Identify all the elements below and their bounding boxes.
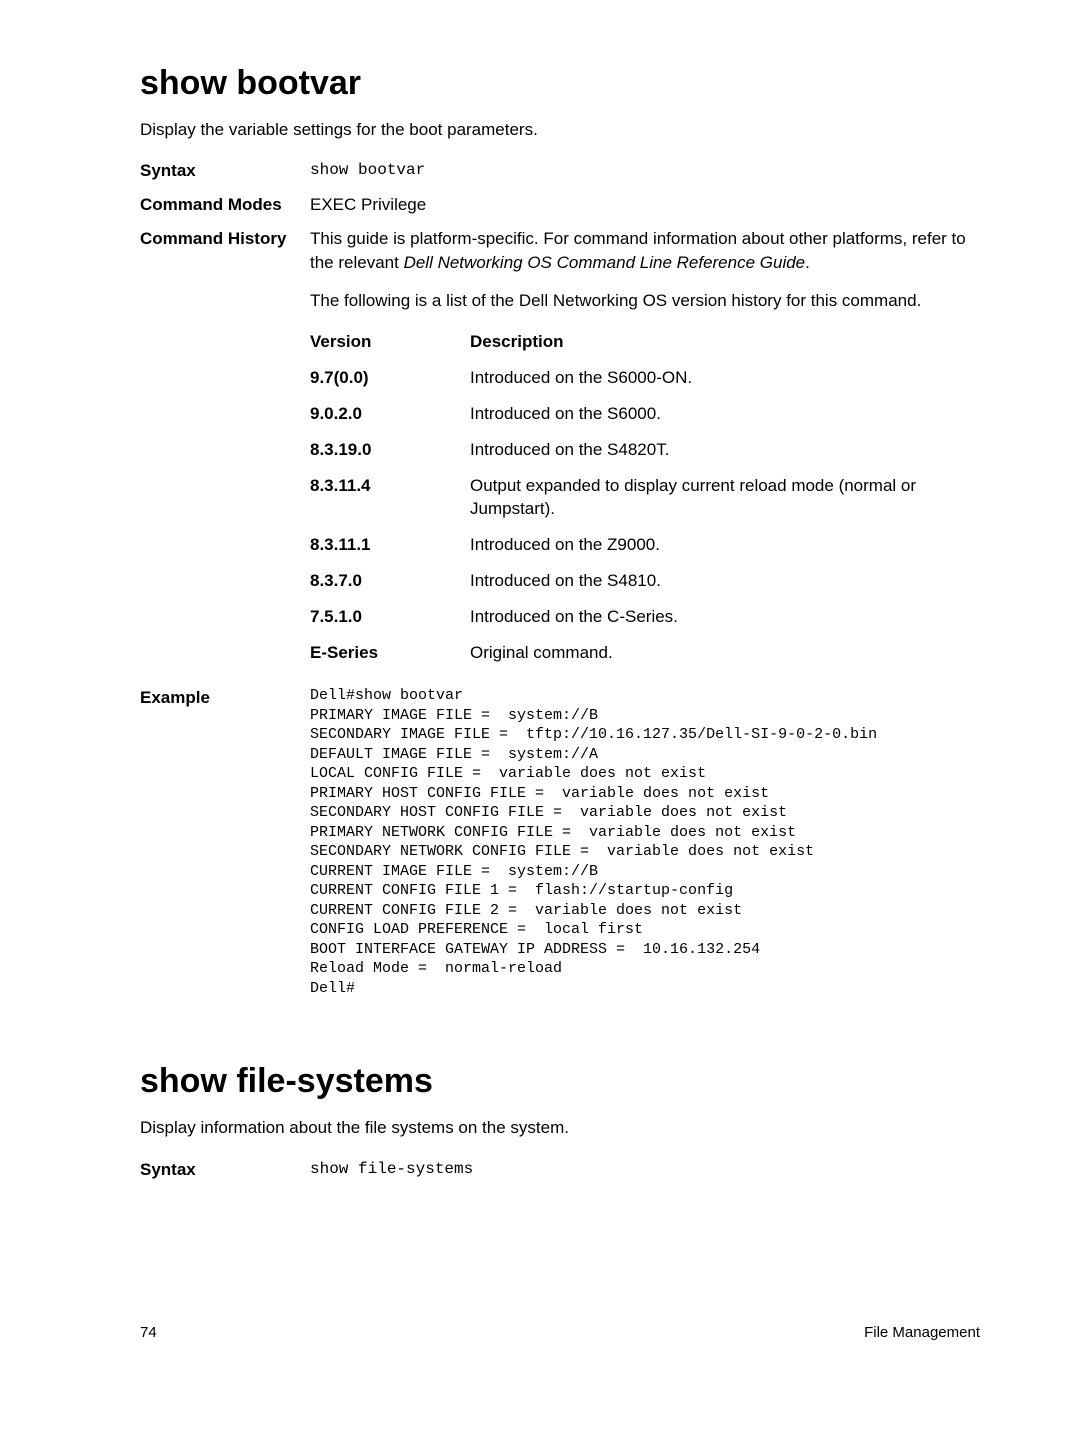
page-number: 74 [140, 1322, 157, 1343]
version-row: 7.5.1.0 Introduced on the C-Series. [310, 605, 980, 629]
version-cell: 9.0.2.0 [310, 402, 470, 426]
syntax-label-2: Syntax [140, 1158, 310, 1182]
description-cell: Introduced on the S6000-ON. [470, 366, 980, 390]
description-header: Description [470, 330, 980, 354]
version-row: 8.3.19.0 Introduced on the S4820T. [310, 438, 980, 462]
history-label: Command History [140, 227, 310, 251]
version-cell: E-Series [310, 641, 470, 665]
description-cell: Output expanded to display current reloa… [470, 474, 980, 522]
syntax-value-2: show file-systems [310, 1158, 980, 1180]
version-row: 9.0.2.0 Introduced on the S6000. [310, 402, 980, 426]
version-cell: 9.7(0.0) [310, 366, 470, 390]
history-text-italic: Dell Networking OS Command Line Referenc… [404, 253, 806, 272]
section-subtitle: Display the variable settings for the bo… [140, 118, 980, 142]
version-header: Version [310, 330, 470, 354]
example-label: Example [140, 686, 310, 710]
version-cell: 8.3.19.0 [310, 438, 470, 462]
version-cell: 8.3.11.4 [310, 474, 470, 498]
version-row: 9.7(0.0) Introduced on the S6000-ON. [310, 366, 980, 390]
description-cell: Introduced on the C-Series. [470, 605, 980, 629]
example-output: Dell#show bootvar PRIMARY IMAGE FILE = s… [310, 686, 980, 998]
version-table: Version Description 9.7(0.0) Introduced … [310, 330, 980, 664]
footer-section-name: File Management [864, 1322, 980, 1343]
modes-value: EXEC Privilege [310, 193, 980, 217]
version-row: 8.3.11.4 Output expanded to display curr… [310, 474, 980, 522]
modes-label: Command Modes [140, 193, 310, 217]
history-note: The following is a list of the Dell Netw… [310, 289, 980, 313]
description-cell: Original command. [470, 641, 980, 665]
section-title: show bootvar [140, 60, 980, 108]
description-cell: Introduced on the S6000. [470, 402, 980, 426]
section-title-2: show file-systems [140, 1058, 980, 1106]
syntax-label: Syntax [140, 159, 310, 183]
history-text-post: . [805, 253, 810, 272]
description-cell: Introduced on the S4810. [470, 569, 980, 593]
version-row: E-Series Original command. [310, 641, 980, 665]
version-row: 8.3.7.0 Introduced on the S4810. [310, 569, 980, 593]
description-cell: Introduced on the S4820T. [470, 438, 980, 462]
history-text: This guide is platform-specific. For com… [310, 227, 980, 275]
version-cell: 8.3.11.1 [310, 533, 470, 557]
syntax-value: show bootvar [310, 159, 980, 181]
version-cell: 7.5.1.0 [310, 605, 470, 629]
section-subtitle-2: Display information about the file syste… [140, 1116, 980, 1140]
version-row: 8.3.11.1 Introduced on the Z9000. [310, 533, 980, 557]
version-cell: 8.3.7.0 [310, 569, 470, 593]
description-cell: Introduced on the Z9000. [470, 533, 980, 557]
page-footer: 74 File Management [140, 1322, 980, 1343]
